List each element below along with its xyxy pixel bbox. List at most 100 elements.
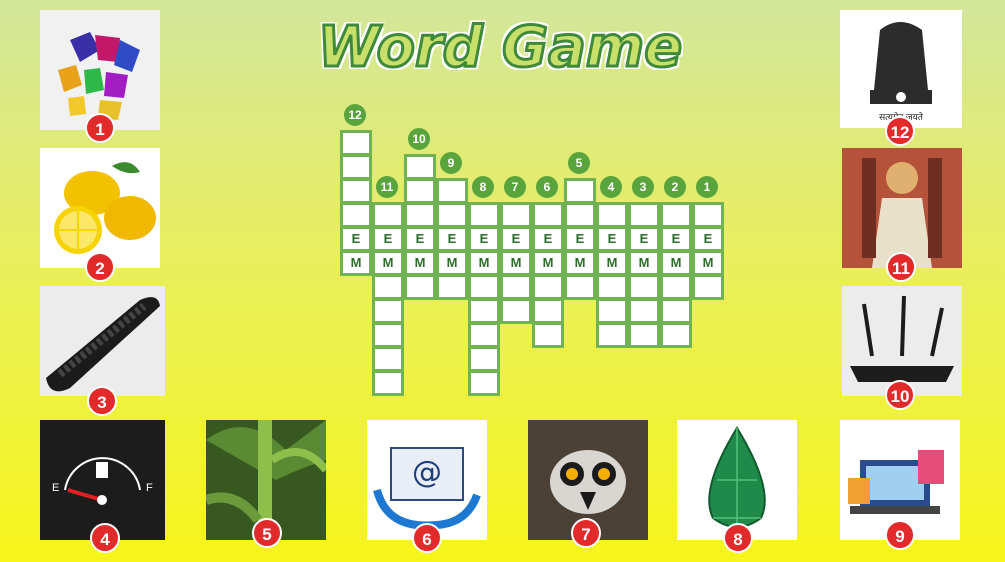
answer-cell[interactable]	[532, 322, 564, 348]
answer-cell[interactable]	[628, 202, 660, 228]
letter-cell-e: E	[468, 226, 500, 252]
picture-emerald[interactable]	[677, 420, 797, 540]
answer-cell[interactable]	[468, 346, 500, 372]
letter-cell-m: M	[340, 250, 372, 276]
answer-cell[interactable]	[372, 202, 404, 228]
emperor-painting-icon	[842, 148, 962, 268]
answer-cell[interactable]	[372, 298, 404, 324]
letter-cell-e: E	[436, 226, 468, 252]
picture-number: 6	[412, 523, 442, 553]
picture-gemstones[interactable]	[40, 10, 160, 130]
answer-cell[interactable]	[436, 202, 468, 228]
answer-cell[interactable]	[564, 202, 596, 228]
answer-cell[interactable]	[340, 130, 372, 156]
picture-lemons[interactable]	[40, 148, 160, 268]
clue-number: 4	[600, 176, 622, 198]
answer-cell[interactable]	[660, 298, 692, 324]
answer-cell[interactable]	[532, 274, 564, 300]
letter-cell-e: E	[404, 226, 436, 252]
letter-cell-m: M	[404, 250, 436, 276]
letter-cell-e: E	[596, 226, 628, 252]
answer-cell[interactable]	[660, 322, 692, 348]
clue-number: 5	[568, 152, 590, 174]
answer-cell[interactable]	[692, 202, 724, 228]
answer-cell[interactable]	[660, 202, 692, 228]
letter-cell-m: M	[468, 250, 500, 276]
answer-cell[interactable]	[628, 298, 660, 324]
answer-cell[interactable]	[372, 370, 404, 396]
letter-cell-e: E	[372, 226, 404, 252]
picture-email[interactable]: @	[367, 420, 487, 540]
game-title: Word Game	[316, 14, 683, 82]
answer-cell[interactable]	[532, 202, 564, 228]
picture-number: 2	[85, 252, 115, 282]
emerald-icon	[708, 426, 766, 530]
letter-cell-e: E	[532, 226, 564, 252]
svg-text:@: @	[412, 455, 442, 490]
clue-number: 6	[536, 176, 558, 198]
answer-cell[interactable]	[340, 154, 372, 180]
lemons-icon	[54, 162, 156, 254]
answer-cell[interactable]	[404, 178, 436, 204]
answer-cell[interactable]	[596, 298, 628, 324]
answer-cell[interactable]	[404, 154, 436, 180]
answer-cell[interactable]	[404, 274, 436, 300]
letter-cell-m: M	[660, 250, 692, 276]
answer-cell[interactable]	[500, 298, 532, 324]
picture-fuel-gauge[interactable]: E F	[40, 420, 165, 540]
clue-number: 1	[696, 176, 718, 198]
letter-cell-e: E	[628, 226, 660, 252]
picture-number: 12	[885, 116, 915, 146]
clue-number: 8	[472, 176, 494, 198]
letter-cell-m: M	[372, 250, 404, 276]
clue-number: 9	[440, 152, 462, 174]
answer-cell[interactable]	[404, 202, 436, 228]
answer-cell[interactable]	[500, 274, 532, 300]
picture-national-emblem[interactable]: सत्यमेव जयते	[840, 10, 962, 128]
answer-cell[interactable]	[532, 298, 564, 324]
answer-cell[interactable]	[564, 178, 596, 204]
answer-cell[interactable]	[564, 274, 596, 300]
answer-cell[interactable]	[372, 274, 404, 300]
answer-cell[interactable]	[468, 202, 500, 228]
clue-number: 7	[504, 176, 526, 198]
answer-cell[interactable]	[692, 274, 724, 300]
picture-remote-control[interactable]	[40, 286, 165, 396]
picture-number: 10	[885, 380, 915, 410]
answer-cell[interactable]	[436, 274, 468, 300]
picture-number: 11	[886, 252, 916, 282]
letter-cell-e: E	[660, 226, 692, 252]
answer-cell[interactable]	[596, 202, 628, 228]
answer-cell[interactable]	[436, 178, 468, 204]
answer-cell[interactable]	[500, 202, 532, 228]
letter-cell-e: E	[692, 226, 724, 252]
letter-cell-m: M	[596, 250, 628, 276]
clue-number: 12	[344, 104, 366, 126]
answer-cell[interactable]	[340, 202, 372, 228]
answer-cell[interactable]	[340, 178, 372, 204]
letter-cell-e: E	[340, 226, 372, 252]
clue-number: 10	[408, 128, 430, 150]
letter-cell-m: M	[532, 250, 564, 276]
answer-cell[interactable]	[596, 274, 628, 300]
gauge-full-label: F	[146, 482, 153, 494]
gemstones-icon	[58, 32, 140, 120]
answer-cell[interactable]	[372, 322, 404, 348]
letter-cell-e: E	[564, 226, 596, 252]
gauge-empty-label: E	[52, 482, 60, 494]
answer-cell[interactable]	[468, 298, 500, 324]
answer-cell[interactable]	[468, 274, 500, 300]
answer-cell[interactable]	[468, 370, 500, 396]
answer-cell[interactable]	[468, 322, 500, 348]
clue-number: 11	[376, 176, 398, 198]
answer-cell[interactable]	[660, 274, 692, 300]
answer-cell[interactable]	[628, 274, 660, 300]
clue-number: 3	[632, 176, 654, 198]
picture-mughal-emperor[interactable]	[842, 148, 962, 268]
letter-cell-m: M	[500, 250, 532, 276]
answer-cell[interactable]	[596, 322, 628, 348]
picture-number: 8	[723, 523, 753, 553]
picture-number: 1	[85, 113, 115, 143]
answer-cell[interactable]	[628, 322, 660, 348]
answer-cell[interactable]	[372, 346, 404, 372]
